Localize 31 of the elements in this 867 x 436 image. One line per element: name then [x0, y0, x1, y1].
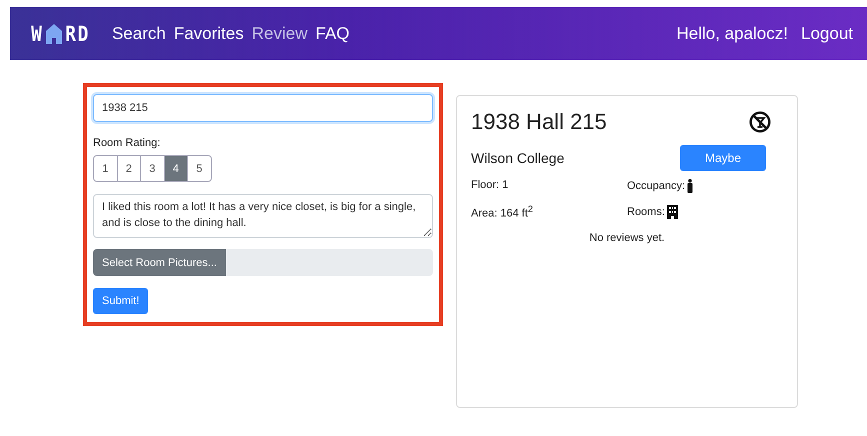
- logout-link[interactable]: Logout: [801, 24, 853, 44]
- room-input-field[interactable]: 1938 215: [93, 94, 433, 122]
- no-drinks-icon: [749, 111, 771, 133]
- rating-button[interactable]: 4: [164, 155, 188, 182]
- floor-text: Floor: 1: [471, 179, 510, 193]
- nav-link[interactable]: Review: [252, 24, 308, 44]
- maybe-button[interactable]: Maybe: [680, 145, 766, 171]
- house-icon: [46, 24, 62, 44]
- rating-button[interactable]: 3: [140, 155, 164, 182]
- rating-button[interactable]: 5: [187, 155, 212, 182]
- logo-text: RD: [64, 22, 90, 46]
- occupancy-label: Occupancy:: [627, 180, 686, 192]
- greeting-text: Hello, apalocz!: [676, 24, 788, 44]
- rating-label: Room Rating:: [93, 137, 162, 149]
- nav-link[interactable]: Search: [112, 24, 166, 44]
- rooms-label: Rooms:: [627, 206, 665, 218]
- college-name: Wilson College: [471, 150, 564, 166]
- nav-link[interactable]: FAQ: [316, 24, 350, 44]
- building-icon: [666, 204, 678, 219]
- submit-button[interactable]: Submit!: [93, 288, 148, 314]
- select-pictures-button[interactable]: Select Room Pictures...: [93, 249, 226, 276]
- area-text: Area: 164 ft$^{2}$: [471, 204, 534, 220]
- nav-link[interactable]: Favorites: [174, 24, 244, 44]
- room-title: 1938 Hall 215: [471, 109, 607, 135]
- rating-button[interactable]: 1: [93, 155, 118, 182]
- file-input-field[interactable]: Select Room Pictures...: [93, 249, 433, 276]
- person-icon: [687, 179, 694, 193]
- rating-button[interactable]: 2: [116, 155, 141, 182]
- review-text-field[interactable]: I liked this room a lot! It has a very nice closet, is big for a single, and is close to the dining hall.: [93, 194, 433, 238]
- no-reviews-text: No reviews yet.: [588, 232, 666, 244]
- logo-text: W: [31, 22, 44, 46]
